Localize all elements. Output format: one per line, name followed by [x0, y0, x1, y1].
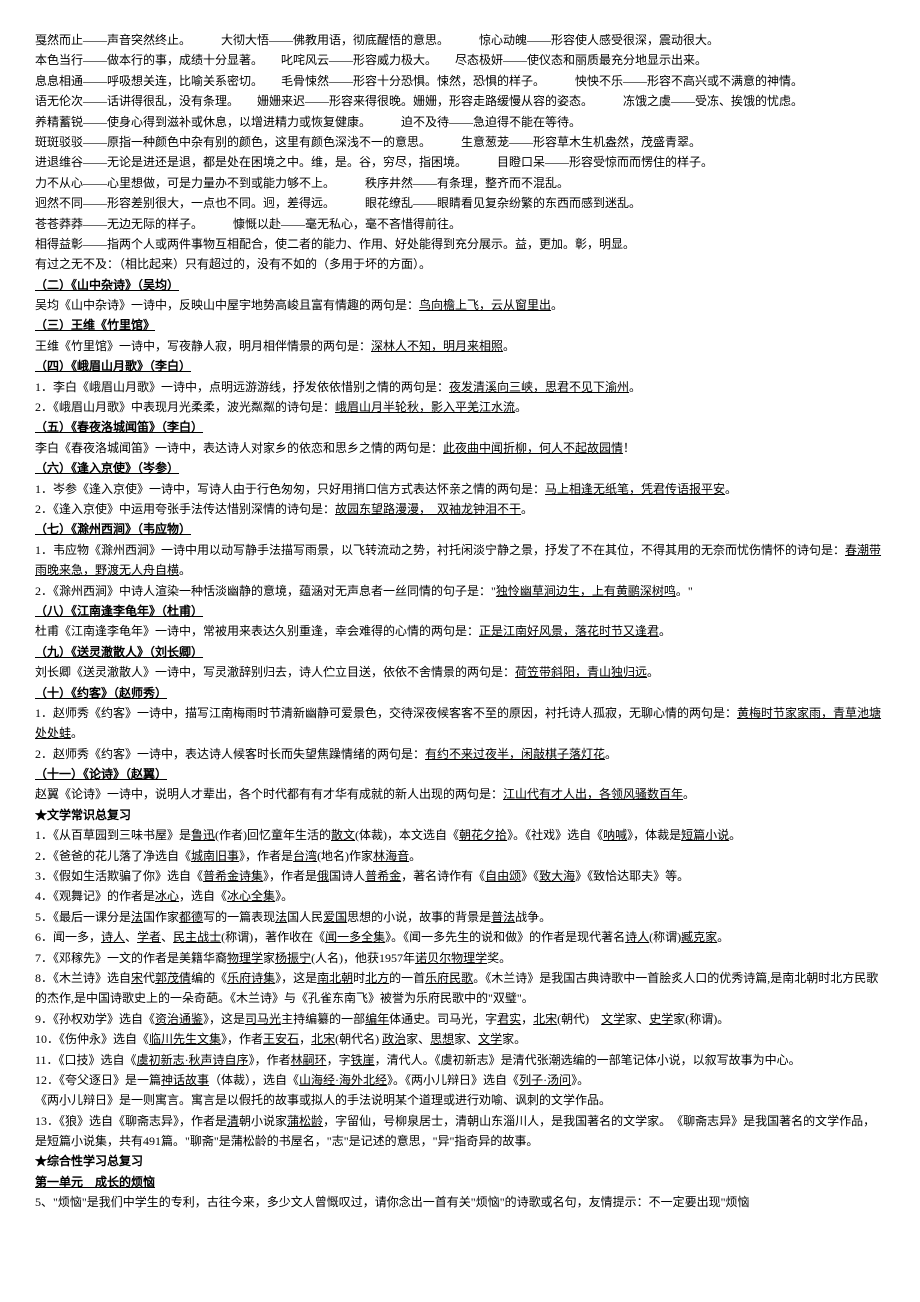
- section-line: 吴均《山中杂诗》一诗中，反映山中屋宇地势高峻且富有情趣的两句是：鸟向檐上飞，云从…: [35, 295, 885, 315]
- vocab-line: 息息相通——呼吸想关连，比喻关系密切。 毛骨悚然——形容十分恐惧。悚然，恐惧的样…: [35, 71, 885, 91]
- section-line: 1．韦应物《滁州西涧》一诗中用以动写静手法描写雨景，以飞转流动之势，衬托闲淡宁静…: [35, 540, 885, 581]
- literature-line: 13．《狼》选自《聊斋志异》，作者是清朝小说家蒲松龄，字留仙，号柳泉居士，清朝山…: [35, 1111, 885, 1152]
- vocab-line: 力不从心——心里想做，可是力量办不到或能力够不上。 秩序井然——有条理，整齐而不…: [35, 173, 885, 193]
- unit-title: 第一单元 成长的烦恼: [35, 1172, 885, 1192]
- literature-line: 《两小儿辩日》是一则寓言。寓言是以假托的故事或拟人的手法说明某个道理或进行劝喻、…: [35, 1090, 885, 1110]
- literature-line: 4．《观舞记》的作者是冰心，选自《冰心全集》。: [35, 886, 885, 906]
- literature-line: 7．《邓稼先》一文的作者是美籍华裔物理学家杨振宁(人名)，他获1957年诺贝尔物…: [35, 948, 885, 968]
- section-title: （十一）《论诗》（赵翼）: [35, 764, 885, 784]
- study-line: 5、"烦恼"是我们中学生的专利，古往今来，多少文人曾慨叹过，请你念出一首有关"烦…: [35, 1192, 885, 1212]
- section-title: （九）《送灵澈散人》（刘长卿）: [35, 642, 885, 662]
- literature-line: 9．《孙权劝学》选自《资治通鉴》，这是司马光主持编纂的一部编年体通史。司马光，字…: [35, 1009, 885, 1029]
- section-line: 2．《峨眉山月歌》中表现月光柔柔，波光粼粼的诗句是：峨眉山月半轮秋，影入平羌江水…: [35, 397, 885, 417]
- section-line: 2．赵师秀《约客》一诗中，表达诗人候客时长而失望焦躁情绪的两句是：有约不来过夜半…: [35, 744, 885, 764]
- section-title: （八）《江南逢李龟年》（杜甫）: [35, 601, 885, 621]
- vocab-line: 迥然不同——形容差别很大，一点也不同。迥，差得远。 眼花缭乱——眼睛看见复杂纷繁…: [35, 193, 885, 213]
- section-line: 刘长卿《送灵澈散人》一诗中，写灵澈辞别归去，诗人伫立目送，依依不舍情景的两句是：…: [35, 662, 885, 682]
- section-title: （五）《春夜洛城闻笛》（李白）: [35, 417, 885, 437]
- section-line: 1．岑参《逢入京使》一诗中，写诗人由于行色匆匆，只好用捎口信方式表达怀亲之情的两…: [35, 479, 885, 499]
- literature-line: 10．《伤仲永》选自《临川先生文集》，作者王安石，北宋(朝代名) 政治家、思想家…: [35, 1029, 885, 1049]
- vocab-line: 养精蓄锐——使身心得到滋补或休息，以增进精力或恢复健康。 迫不及待——急迫得不能…: [35, 112, 885, 132]
- literature-title: ★文学常识总复习: [35, 805, 885, 825]
- section-title: （四）《峨眉山月歌》（李白）: [35, 356, 885, 376]
- vocab-line: 语无伦次——话讲得很乱，没有条理。 姗姗来迟——形容来得很晚。姗姗，形容走路缓慢…: [35, 91, 885, 111]
- section-title: （三）王维《竹里馆》: [35, 315, 885, 335]
- section-title: （六）《逢入京使》（岑参）: [35, 458, 885, 478]
- vocab-line: 相得益彰——指两个人或两件事物互相配合，使二者的能力、作用、好处能得到充分展示。…: [35, 234, 885, 254]
- section-line: 赵翼《论诗》一诗中，说明人才辈出，各个时代都有有才华有成就的新人出现的两句是：江…: [35, 784, 885, 804]
- study-title: ★综合性学习总复习: [35, 1151, 885, 1171]
- literature-line: 3．《假如生活欺骗了你》选自《普希金诗集》，作者是俄国诗人普希金，著名诗作有《自…: [35, 866, 885, 886]
- vocab-line: 本色当行——做本行的事，成绩十分显著。 叱咤风云——形容威力极大。 尽态极妍——…: [35, 50, 885, 70]
- literature-line: 8．《木兰诗》选自宋代郭茂倩编的《乐府诗集》，这是南北朝时北方的一首乐府民歌。《…: [35, 968, 885, 1009]
- section-line: 2．《逢入京使》中运用夸张手法传达惜别深情的诗句是：故园东望路漫漫， 双袖龙钟泪…: [35, 499, 885, 519]
- section-line: 杜甫《江南逢李龟年》一诗中，常被用来表达久别重逢，幸会难得的心情的两句是：正是江…: [35, 621, 885, 641]
- literature-line: 5．《最后一课分是法国作家都德写的一篇表现法国人民爱国思想的小说，故事的背景是普…: [35, 907, 885, 927]
- section-line: 1．李白《峨眉山月歌》一诗中，点明远游游线，抒发依依惜别之情的两句是：夜发清溪向…: [35, 377, 885, 397]
- vocab-line: 有过之无不及：（相比起来）只有超过的，没有不如的（多用于坏的方面）。: [35, 254, 885, 274]
- section-line: 2．《滁州西涧》中诗人渲染一种恬淡幽静的意境，蕴涵对无声息者一丝同情的句子是："…: [35, 581, 885, 601]
- literature-line: 11．《口技》选自《虞初新志·秋声诗自序》，作者林嗣环，字铁崖，清代人。《虞初新…: [35, 1050, 885, 1070]
- literature-line: 12．《夸父逐日》是一篇神话故事（体裁），选自《山海经·海外北经》。《两小儿辩日…: [35, 1070, 885, 1090]
- section-line: 李白《春夜洛城闻笛》一诗中，表达诗人对家乡的依恋和思乡之情的两句是：此夜曲中闻折…: [35, 438, 885, 458]
- literature-line: 2．《爸爸的花儿落了净选自《城南旧事》，作者是台湾(地名)作家林海音。: [35, 846, 885, 866]
- section-title: （七）《滁州西涧》（韦应物）: [35, 519, 885, 539]
- vocab-line: 戛然而止——声音突然终止。 大彻大悟——佛教用语，彻底醒悟的意思。 惊心动魄——…: [35, 30, 885, 50]
- section-line: 王维《竹里馆》一诗中，写夜静人寂，明月相伴情景的两句是：深林人不知，明月来相照。: [35, 336, 885, 356]
- literature-line: 1．《从百草园到三味书屋》是鲁迅(作者)回忆童年生活的散文(体裁)，本文选自《朝…: [35, 825, 885, 845]
- section-line: 1．赵师秀《约客》一诗中，描写江南梅雨时节清新幽静可爱景色，交待深夜候客客不至的…: [35, 703, 885, 744]
- vocab-line: 进退维谷——无论是进还是退，都是处在困境之中。维，是。谷，穷尽，指困境。 目瞪口…: [35, 152, 885, 172]
- literature-line: 6．闻一多，诗人、学者、民主战士(称谓)，著作收在《闻一多全集》。《闻一多先生的…: [35, 927, 885, 947]
- section-title: （十）《约客》（赵师秀）: [35, 683, 885, 703]
- section-title: （二）《山中杂诗》（吴均）: [35, 275, 885, 295]
- vocab-line: 斑斑驳驳——原指一种颜色中杂有别的颜色，这里有颜色深浅不一的意思。 生意葱茏——…: [35, 132, 885, 152]
- vocab-line: 苍苍莽莽——无边无际的样子。 慷慨以赴——毫无私心，毫不吝惜得前往。: [35, 214, 885, 234]
